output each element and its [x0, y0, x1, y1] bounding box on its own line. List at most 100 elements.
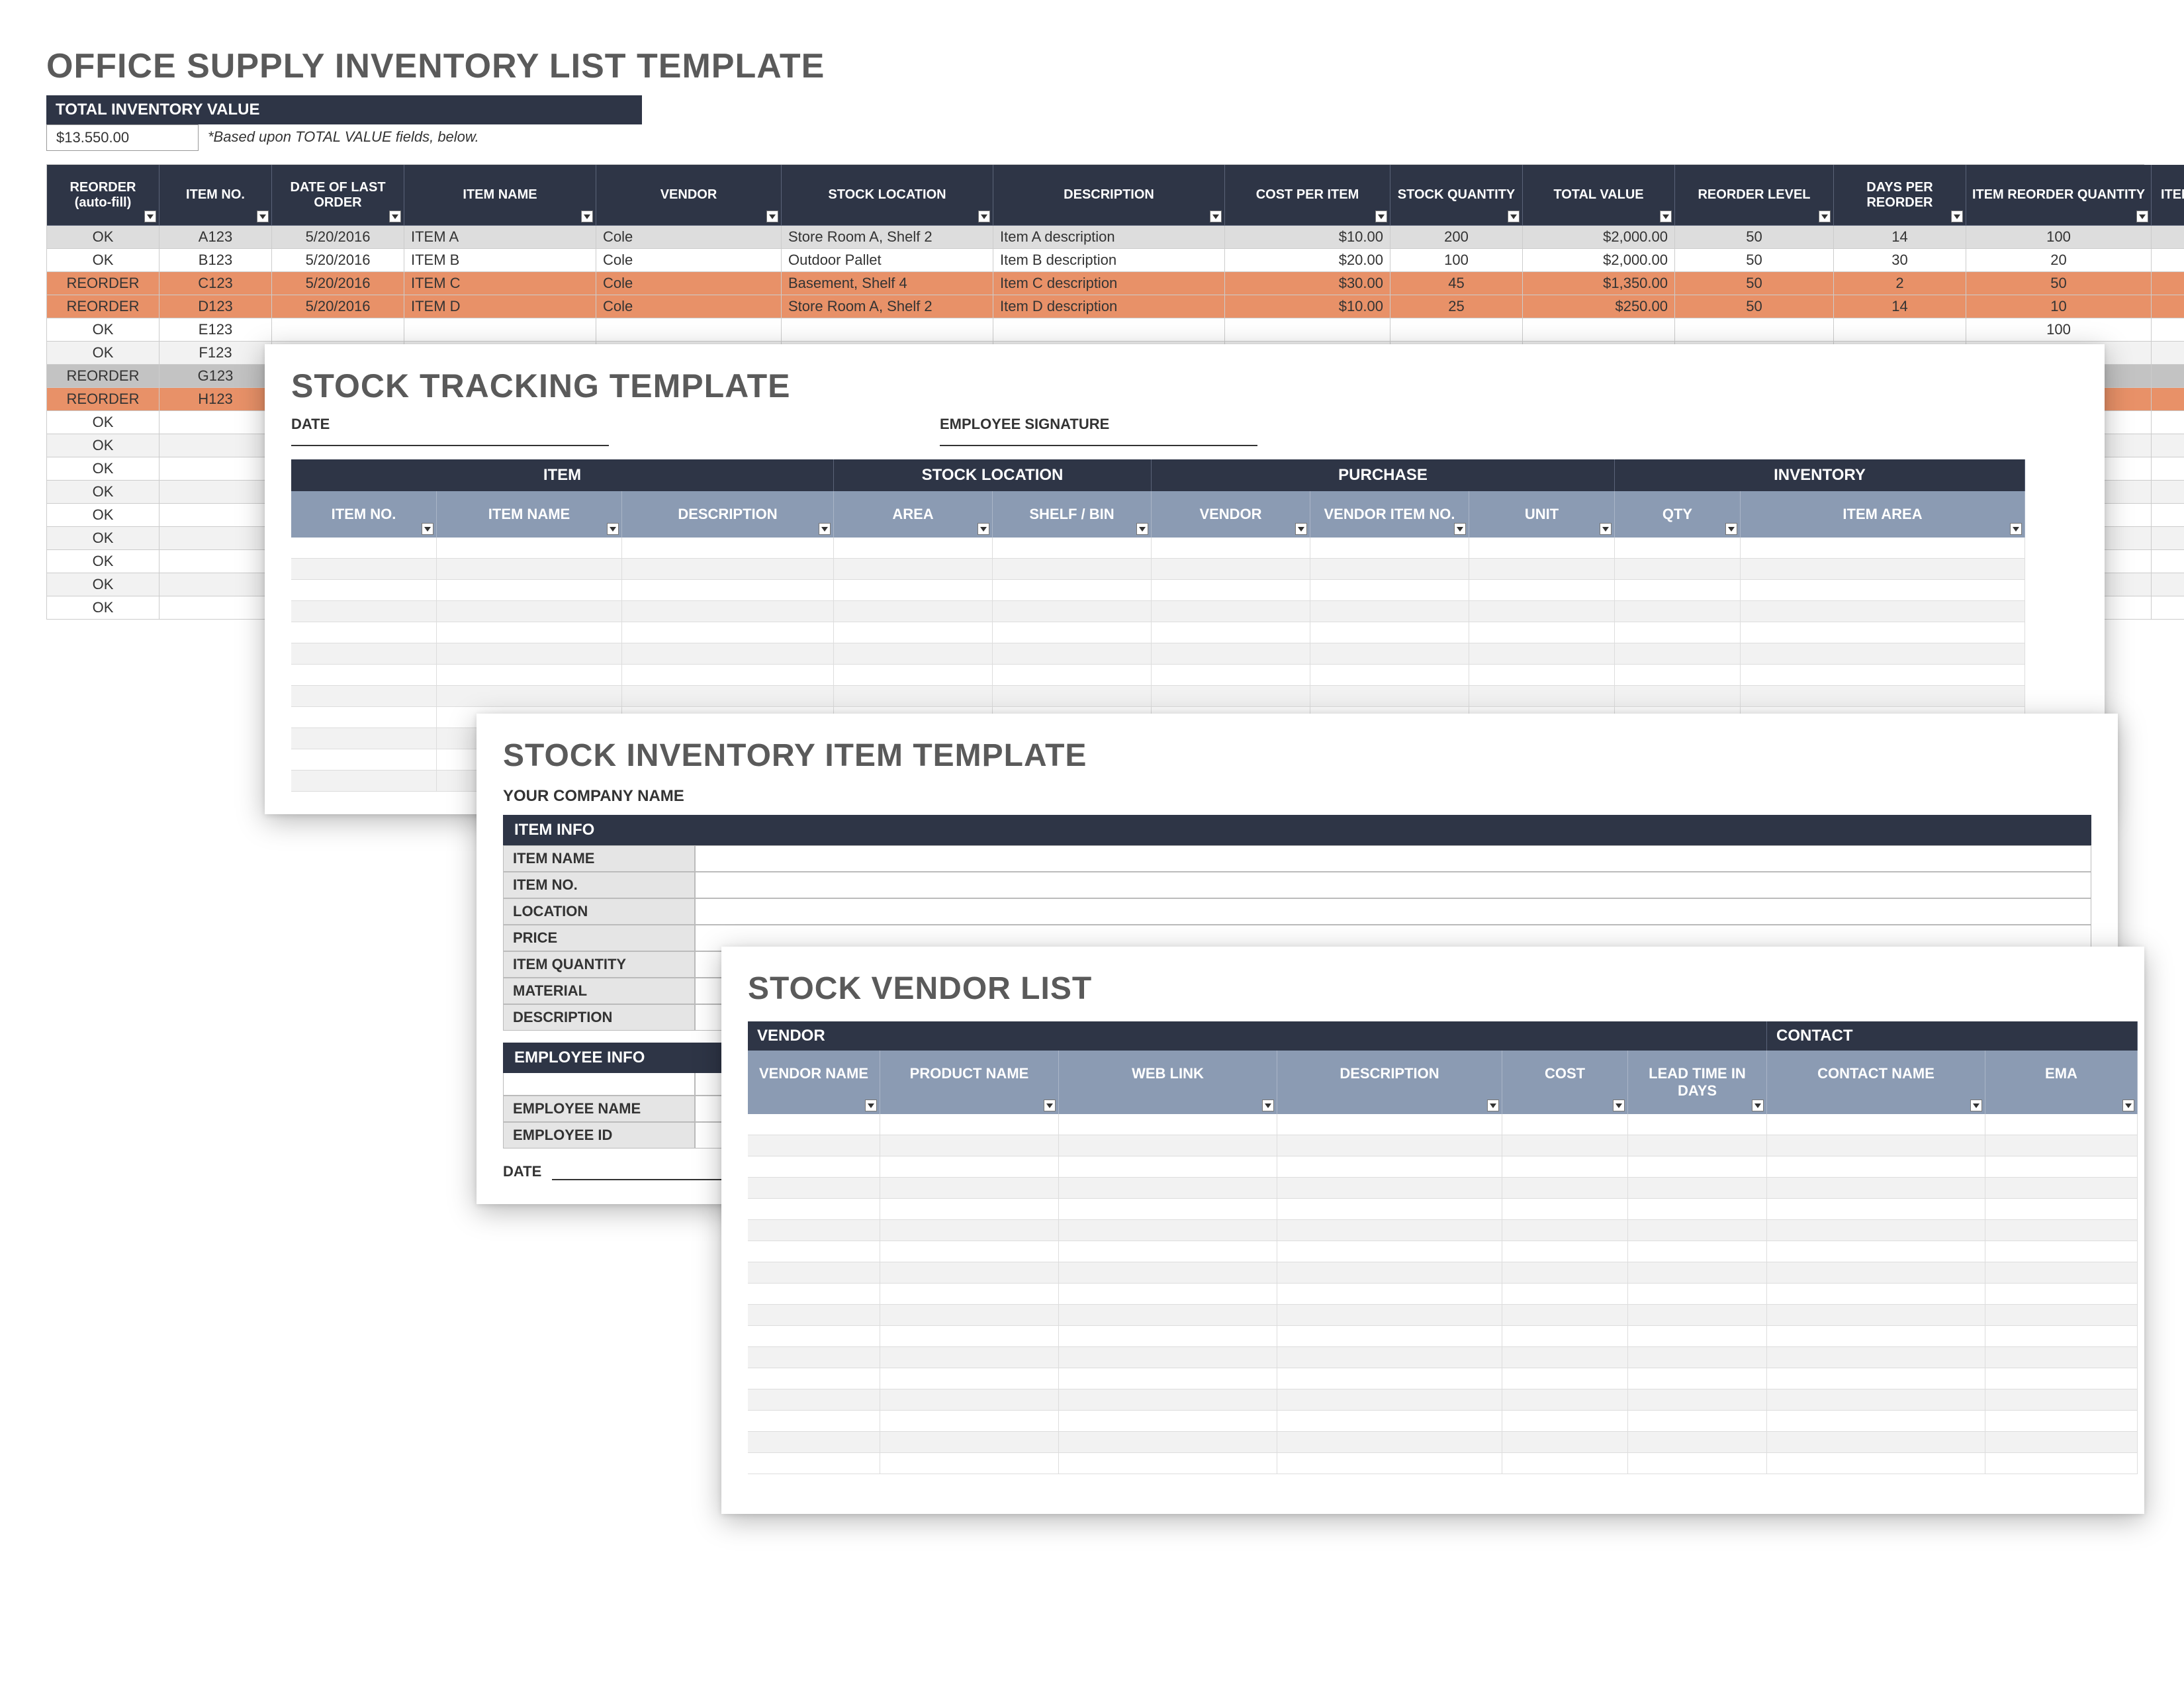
table-cell[interactable] — [437, 665, 622, 686]
column-header[interactable]: WEB LINK — [1059, 1051, 1277, 1114]
filter-dropdown-icon[interactable] — [607, 523, 619, 535]
table-cell[interactable] — [880, 1411, 1059, 1432]
table-cell[interactable]: Store Room A, Shelf 2 — [782, 226, 993, 249]
column-header[interactable]: REORDER LEVEL — [1675, 165, 1834, 226]
table-cell[interactable]: $250.00 — [1523, 295, 1675, 318]
column-header[interactable]: LEAD TIME IN DAYS — [1628, 1051, 1767, 1114]
filter-dropdown-icon[interactable] — [1295, 523, 1307, 535]
table-cell[interactable] — [1469, 559, 1615, 580]
table-cell[interactable]: $30.00 — [1225, 272, 1390, 295]
table-cell[interactable]: OK — [47, 527, 159, 550]
table-cell[interactable] — [159, 504, 272, 527]
table-cell[interactable] — [1741, 580, 2025, 601]
table-cell[interactable] — [291, 538, 437, 559]
table-cell[interactable] — [1502, 1411, 1628, 1432]
table-cell[interactable]: 20 — [1966, 249, 2152, 272]
table-cell[interactable] — [1628, 1262, 1767, 1284]
table-cell[interactable]: $10.00 — [1225, 226, 1390, 249]
table-cell[interactable] — [1628, 1284, 1767, 1305]
column-header[interactable]: VENDOR — [1152, 491, 1310, 538]
table-cell[interactable] — [1985, 1114, 2138, 1135]
table-cell[interactable] — [1615, 538, 1741, 559]
table-cell[interactable]: ITEM B — [404, 249, 596, 272]
table-cell[interactable]: OK — [47, 596, 159, 620]
filter-dropdown-icon[interactable] — [1454, 523, 1466, 535]
table-cell[interactable] — [1059, 1262, 1277, 1284]
table-cell[interactable]: OK — [47, 504, 159, 527]
filter-dropdown-icon[interactable] — [2136, 211, 2148, 222]
column-header[interactable]: COST PER ITEM — [1225, 165, 1390, 226]
table-cell[interactable] — [1767, 1453, 1985, 1474]
table-cell[interactable] — [291, 643, 437, 665]
table-cell[interactable] — [1615, 665, 1741, 686]
table-cell[interactable] — [834, 601, 993, 622]
table-cell[interactable]: 100 — [1966, 226, 2152, 249]
filter-dropdown-icon[interactable] — [978, 523, 989, 535]
table-cell[interactable]: Outdoor Pallet — [782, 249, 993, 272]
table-cell[interactable] — [1059, 1453, 1277, 1474]
table-cell[interactable] — [1059, 1156, 1277, 1178]
column-header[interactable]: ITEM NO. — [291, 491, 437, 538]
table-cell[interactable] — [880, 1284, 1059, 1305]
table-cell[interactable] — [596, 318, 782, 342]
table-cell[interactable] — [1767, 1389, 1985, 1411]
date-field[interactable] — [291, 433, 609, 446]
table-cell[interactable] — [1502, 1114, 1628, 1135]
table-cell[interactable] — [1502, 1220, 1628, 1241]
table-cell[interactable] — [1985, 1368, 2138, 1389]
table-cell[interactable] — [1152, 601, 1310, 622]
table-cell[interactable]: 25 — [1390, 295, 1523, 318]
table-cell[interactable] — [1628, 1432, 1767, 1453]
table-cell[interactable] — [880, 1347, 1059, 1368]
table-cell[interactable] — [1985, 1241, 2138, 1262]
table-cell[interactable]: Item C description — [993, 272, 1225, 295]
field-value[interactable] — [695, 872, 2091, 898]
table-cell[interactable] — [834, 686, 993, 707]
table-cell[interactable] — [291, 707, 437, 728]
table-cell[interactable] — [1985, 1453, 2138, 1474]
table-cell[interactable] — [291, 559, 437, 580]
table-cell[interactable] — [880, 1156, 1059, 1178]
column-header[interactable]: ITEM DISCON — [2152, 165, 2184, 226]
table-cell[interactable] — [1767, 1432, 1985, 1453]
table-cell[interactable] — [1628, 1156, 1767, 1178]
table-cell[interactable] — [437, 538, 622, 559]
table-cell[interactable]: A123 — [159, 226, 272, 249]
table-cell[interactable] — [2152, 596, 2184, 620]
table-cell[interactable] — [1502, 1368, 1628, 1389]
table-cell[interactable] — [1469, 622, 1615, 643]
table-cell[interactable] — [1310, 601, 1469, 622]
table-cell[interactable]: OK — [47, 249, 159, 272]
table-cell[interactable]: 100 — [1966, 318, 2152, 342]
table-cell[interactable] — [1502, 1453, 1628, 1474]
table-cell[interactable]: F123 — [159, 342, 272, 365]
table-cell[interactable] — [748, 1368, 880, 1389]
table-cell[interactable] — [1277, 1262, 1502, 1284]
table-cell[interactable] — [1502, 1178, 1628, 1199]
column-header[interactable]: REORDER (auto-fill) — [47, 165, 159, 226]
filter-dropdown-icon[interactable] — [1210, 211, 1222, 222]
table-cell[interactable] — [1277, 1389, 1502, 1411]
table-cell[interactable] — [748, 1156, 880, 1178]
table-cell[interactable] — [748, 1220, 880, 1241]
table-cell[interactable] — [1628, 1347, 1767, 1368]
table-cell[interactable] — [437, 580, 622, 601]
table-cell[interactable] — [1628, 1411, 1767, 1432]
table-cell[interactable] — [993, 580, 1152, 601]
table-cell[interactable] — [1277, 1178, 1502, 1199]
table-cell[interactable] — [1152, 665, 1310, 686]
column-header[interactable]: UNIT — [1469, 491, 1615, 538]
table-cell[interactable] — [834, 643, 993, 665]
table-cell[interactable] — [880, 1135, 1059, 1156]
table-cell[interactable]: REORDER — [47, 365, 159, 388]
table-cell[interactable] — [437, 559, 622, 580]
column-header[interactable]: ITEM NO. — [159, 165, 272, 226]
table-cell[interactable]: Cole — [596, 272, 782, 295]
filter-dropdown-icon[interactable] — [1136, 523, 1148, 535]
table-cell[interactable]: 5/20/2016 — [272, 295, 404, 318]
table-cell[interactable] — [1767, 1411, 1985, 1432]
table-cell[interactable] — [437, 601, 622, 622]
table-cell[interactable]: Item B description — [993, 249, 1225, 272]
table-cell[interactable] — [2152, 226, 2184, 249]
table-cell[interactable] — [1469, 538, 1615, 559]
